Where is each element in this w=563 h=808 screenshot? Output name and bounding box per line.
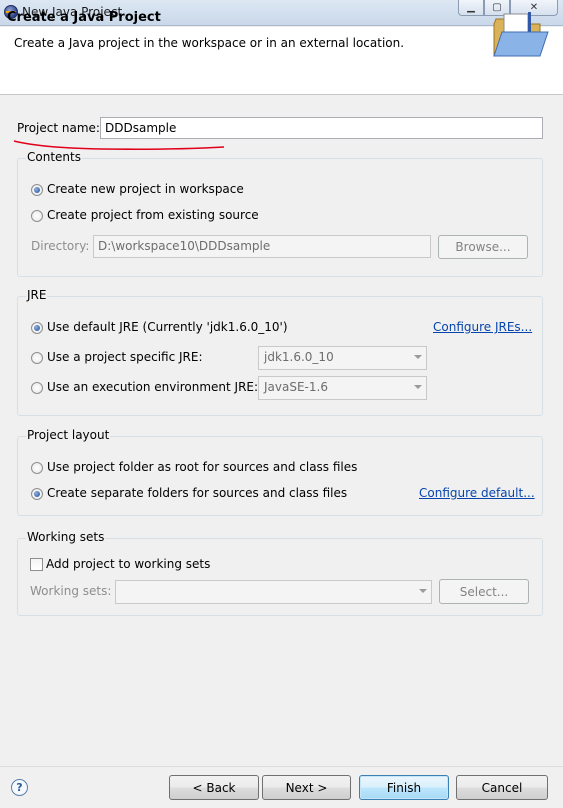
minimize-button[interactable]: ▁ <box>458 0 484 16</box>
contents-group-title: Contents <box>26 150 82 164</box>
radio-separate-folders-label[interactable]: Create separate folders for sources and … <box>47 486 347 500</box>
radio-new-project-label[interactable]: Create new project in workspace <box>47 182 244 196</box>
working-sets-label: Working sets: <box>30 584 112 598</box>
wizard-description: Create a Java project in the workspace o… <box>14 36 405 50</box>
new-java-project-folder-icon <box>493 12 549 57</box>
radio-new-project[interactable] <box>31 184 43 196</box>
project-layout-group <box>17 436 543 516</box>
help-icon[interactable]: ? <box>11 779 28 796</box>
execution-env-value: JavaSE-1.6 <box>264 380 328 394</box>
working-sets-group <box>17 538 543 616</box>
cancel-button[interactable]: Cancel <box>456 775 548 800</box>
add-to-working-sets-label[interactable]: Add project to working sets <box>46 557 210 571</box>
radio-execution-env-jre[interactable] <box>31 382 43 394</box>
radio-existing-source[interactable] <box>31 210 43 222</box>
radio-specific-jre-label[interactable]: Use a project specific JRE: <box>47 350 203 364</box>
configure-jres-link[interactable]: Configure JREs... <box>433 320 532 334</box>
radio-folder-as-root-label[interactable]: Use project folder as root for sources a… <box>47 460 357 474</box>
next-button[interactable]: Next > <box>262 775 351 800</box>
wizard-title: Create a Java Project <box>7 10 161 25</box>
working-sets-combo[interactable] <box>115 580 432 604</box>
specific-jre-combo[interactable]: jdk1.6.0_10 <box>258 346 427 370</box>
working-sets-group-title: Working sets <box>26 530 106 544</box>
radio-existing-source-label[interactable]: Create project from existing source <box>47 208 259 222</box>
radio-execution-env-jre-label[interactable]: Use an execution environment JRE: <box>47 380 258 394</box>
execution-env-combo[interactable]: JavaSE-1.6 <box>258 376 427 400</box>
specific-jre-value: jdk1.6.0_10 <box>264 350 334 364</box>
chevron-down-icon <box>414 385 422 389</box>
project-name-label: Project name: <box>17 121 100 135</box>
radio-separate-folders[interactable] <box>31 488 43 500</box>
add-to-working-sets-checkbox[interactable] <box>30 558 43 571</box>
directory-label: Directory: <box>31 239 90 253</box>
directory-input[interactable]: D:\workspace10\DDDsample <box>93 235 431 258</box>
radio-default-jre-label[interactable]: Use default JRE (Currently 'jdk1.6.0_10'… <box>47 320 288 334</box>
configure-default-link[interactable]: Configure default... <box>419 486 535 500</box>
radio-default-jre[interactable] <box>31 322 43 334</box>
project-layout-group-title: Project layout <box>26 428 111 442</box>
footer-separator <box>0 766 563 767</box>
radio-folder-as-root[interactable] <box>31 462 43 474</box>
chevron-down-icon <box>414 355 422 359</box>
back-button[interactable]: < Back <box>169 775 259 800</box>
browse-button[interactable]: Browse... <box>438 235 528 259</box>
select-working-sets-button[interactable]: Select... <box>439 579 529 604</box>
project-name-input[interactable]: DDDsample <box>100 117 543 139</box>
radio-specific-jre[interactable] <box>31 352 43 364</box>
jre-group-title: JRE <box>26 288 48 302</box>
finish-button[interactable]: Finish <box>359 775 449 800</box>
chevron-down-icon <box>419 589 427 593</box>
